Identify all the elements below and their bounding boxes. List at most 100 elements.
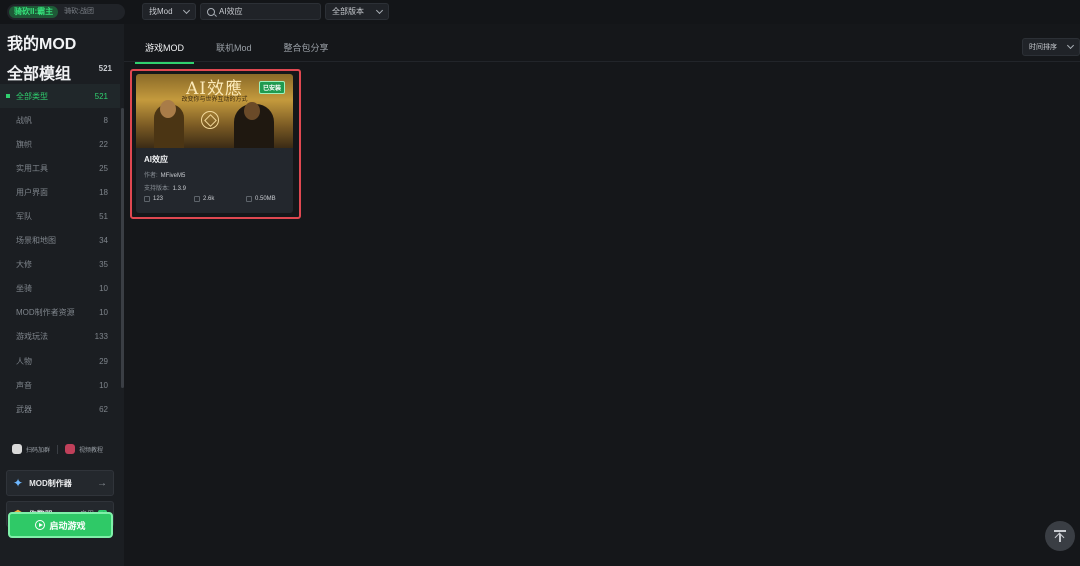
category-list: 全部类型 521 战帆 8 旗帜 22 实用工具 25 用户界面 18 军队 51 场景和地… bbox=[0, 84, 120, 421]
all-mods-count: 521 bbox=[98, 64, 112, 73]
search-input[interactable]: AI效应 bbox=[200, 3, 321, 20]
sidebar: 我的MOD 全部模组 521 全部类型 521 战帆 8 旗帜 22 实用工具 25 用… bbox=[0, 24, 124, 566]
category-count: 25 bbox=[99, 163, 108, 173]
category-count: 521 bbox=[94, 91, 108, 101]
arrow-up-icon bbox=[1054, 530, 1066, 542]
version-filter-value: 全部版本 bbox=[332, 7, 364, 16]
category-item[interactable]: 实用工具 25 bbox=[0, 156, 120, 180]
type-filter-dropdown[interactable]: 找Mod bbox=[142, 3, 196, 20]
category-item[interactable]: 人物 29 bbox=[0, 349, 120, 373]
type-filter-value: 找Mod bbox=[149, 7, 173, 16]
launch-game-button[interactable]: 启动游戏 bbox=[8, 512, 113, 538]
category-item[interactable]: 旗帜 22 bbox=[0, 132, 120, 156]
card-body: AI效应 作者: MFiveM5 支持版本: 1.3.9 123 2.6k 0.50… bbox=[136, 148, 293, 208]
join-group-link[interactable]: 扫码加群 bbox=[26, 445, 50, 454]
version-filter-dropdown[interactable]: 全部版本 bbox=[325, 3, 389, 20]
category-count: 62 bbox=[99, 404, 108, 414]
category-item[interactable]: 战帆 8 bbox=[0, 108, 120, 132]
category-count: 34 bbox=[99, 236, 108, 246]
category-label: MOD制作者资源 bbox=[16, 308, 75, 318]
category-item[interactable]: 场景和地图 34 bbox=[0, 229, 120, 253]
size-stat: 0.50MB bbox=[246, 196, 276, 202]
search-icon bbox=[207, 7, 215, 16]
category-label: 军队 bbox=[16, 212, 32, 222]
category-label: 坐骑 bbox=[16, 284, 32, 294]
mod-version: 1.3.9 bbox=[172, 186, 187, 192]
mod-stats: 123 2.6k 0.50MB bbox=[144, 196, 285, 202]
file-size: 0.50MB bbox=[255, 196, 276, 202]
installed-badge: 已安装 bbox=[258, 81, 285, 94]
mod-name: AI效应 bbox=[144, 155, 168, 164]
mod-maker-label: MOD制作器 bbox=[29, 478, 72, 488]
mod-author: MFiveM5 bbox=[160, 173, 186, 179]
tab-modpack-share[interactable]: 整合包分享 bbox=[274, 36, 339, 64]
game-switcher: 骑砍II:霸主 骑砍:战团 bbox=[7, 4, 125, 20]
category-label: 武器 bbox=[16, 404, 32, 414]
category-item[interactable]: 大修 35 bbox=[0, 253, 120, 277]
downloads-count: 2.6k bbox=[203, 196, 215, 202]
category-count: 8 bbox=[103, 115, 108, 125]
video-icon bbox=[65, 444, 76, 454]
category-label: 声音 bbox=[16, 380, 32, 390]
game-tab-bannerlord[interactable]: 骑砍II:霸主 bbox=[9, 6, 59, 18]
category-item[interactable]: 坐骑 10 bbox=[0, 277, 120, 301]
sidebar-scrollbar[interactable] bbox=[121, 108, 124, 388]
mod-version-row: 支持版本: 1.3.9 bbox=[144, 183, 285, 192]
category-label: 场景和地图 bbox=[16, 236, 56, 246]
category-count: 10 bbox=[99, 380, 108, 390]
sort-dropdown[interactable]: 时间排序 bbox=[1022, 38, 1080, 56]
category-item[interactable]: 用户界面 18 bbox=[0, 180, 120, 204]
qr-code-icon bbox=[12, 444, 22, 454]
mod-maker-button[interactable]: ✦ MOD制作器 → bbox=[6, 470, 114, 496]
category-item[interactable]: 声音 10 bbox=[0, 373, 120, 397]
category-item[interactable]: 军队 51 bbox=[0, 204, 120, 228]
category-label: 实用工具 bbox=[16, 163, 48, 173]
mod-card[interactable]: AI效應 改变你与世界互动的方式 已安装 AI效应 作者: MFiveM5 支持版… bbox=[136, 74, 293, 213]
category-item[interactable]: 游戏玩法 133 bbox=[0, 325, 120, 349]
sort-value: 时间排序 bbox=[1029, 44, 1057, 51]
category-item[interactable]: MOD制作者资源 10 bbox=[0, 301, 120, 325]
category-count: 51 bbox=[99, 212, 108, 222]
category-label: 用户界面 bbox=[16, 187, 48, 197]
category-count: 22 bbox=[99, 139, 108, 149]
like-icon bbox=[144, 196, 150, 202]
author-label: 作者: bbox=[144, 173, 158, 179]
back-to-top-button[interactable] bbox=[1045, 521, 1075, 551]
divider bbox=[57, 444, 59, 454]
mod-author-row: 作者: MFiveM5 bbox=[144, 170, 285, 179]
figure-right-head bbox=[244, 102, 260, 120]
sparkle-icon: ✦ bbox=[13, 476, 24, 490]
version-label: 支持版本: bbox=[144, 186, 170, 192]
download-icon bbox=[194, 196, 200, 202]
likes-stat: 123 bbox=[144, 196, 194, 202]
likes-count: 123 bbox=[153, 196, 164, 202]
category-label: 全部类型 bbox=[16, 91, 48, 101]
active-dot-icon bbox=[6, 94, 10, 99]
category-item[interactable]: 全部类型 521 bbox=[0, 84, 120, 109]
tab-online-mod[interactable]: 联机Mod bbox=[206, 36, 262, 64]
mod-cover-image: AI效應 改变你与世界互动的方式 已安装 bbox=[136, 74, 293, 148]
game-tab-warband[interactable]: 骑砍:战团 bbox=[58, 6, 100, 18]
category-label: 人物 bbox=[16, 356, 32, 366]
cover-subtitle: 改变你与世界互动的方式 bbox=[181, 96, 248, 103]
file-size-icon bbox=[246, 196, 252, 202]
play-icon bbox=[35, 520, 46, 530]
category-count: 29 bbox=[99, 356, 108, 366]
chevron-down-icon bbox=[375, 6, 384, 14]
category-count: 10 bbox=[99, 308, 108, 318]
category-count: 133 bbox=[94, 332, 108, 342]
category-count: 35 bbox=[99, 260, 108, 270]
video-tutorial-link[interactable]: 视频教程 bbox=[79, 445, 103, 454]
category-count: 10 bbox=[99, 284, 108, 294]
category-label: 战帆 bbox=[16, 115, 32, 125]
category-count: 18 bbox=[99, 187, 108, 197]
category-item[interactable]: 武器 62 bbox=[0, 397, 120, 421]
tab-game-mod[interactable]: 游戏MOD bbox=[135, 36, 194, 64]
chevron-down-icon bbox=[1066, 41, 1075, 50]
category-label: 大修 bbox=[16, 260, 32, 270]
help-links: 扫码加群 视频教程 bbox=[12, 444, 103, 454]
all-mods-heading: 全部模组 bbox=[7, 66, 72, 83]
launch-game-label: 启动游戏 bbox=[49, 520, 86, 531]
category-label: 游戏玩法 bbox=[16, 332, 48, 342]
divider bbox=[124, 61, 1080, 62]
